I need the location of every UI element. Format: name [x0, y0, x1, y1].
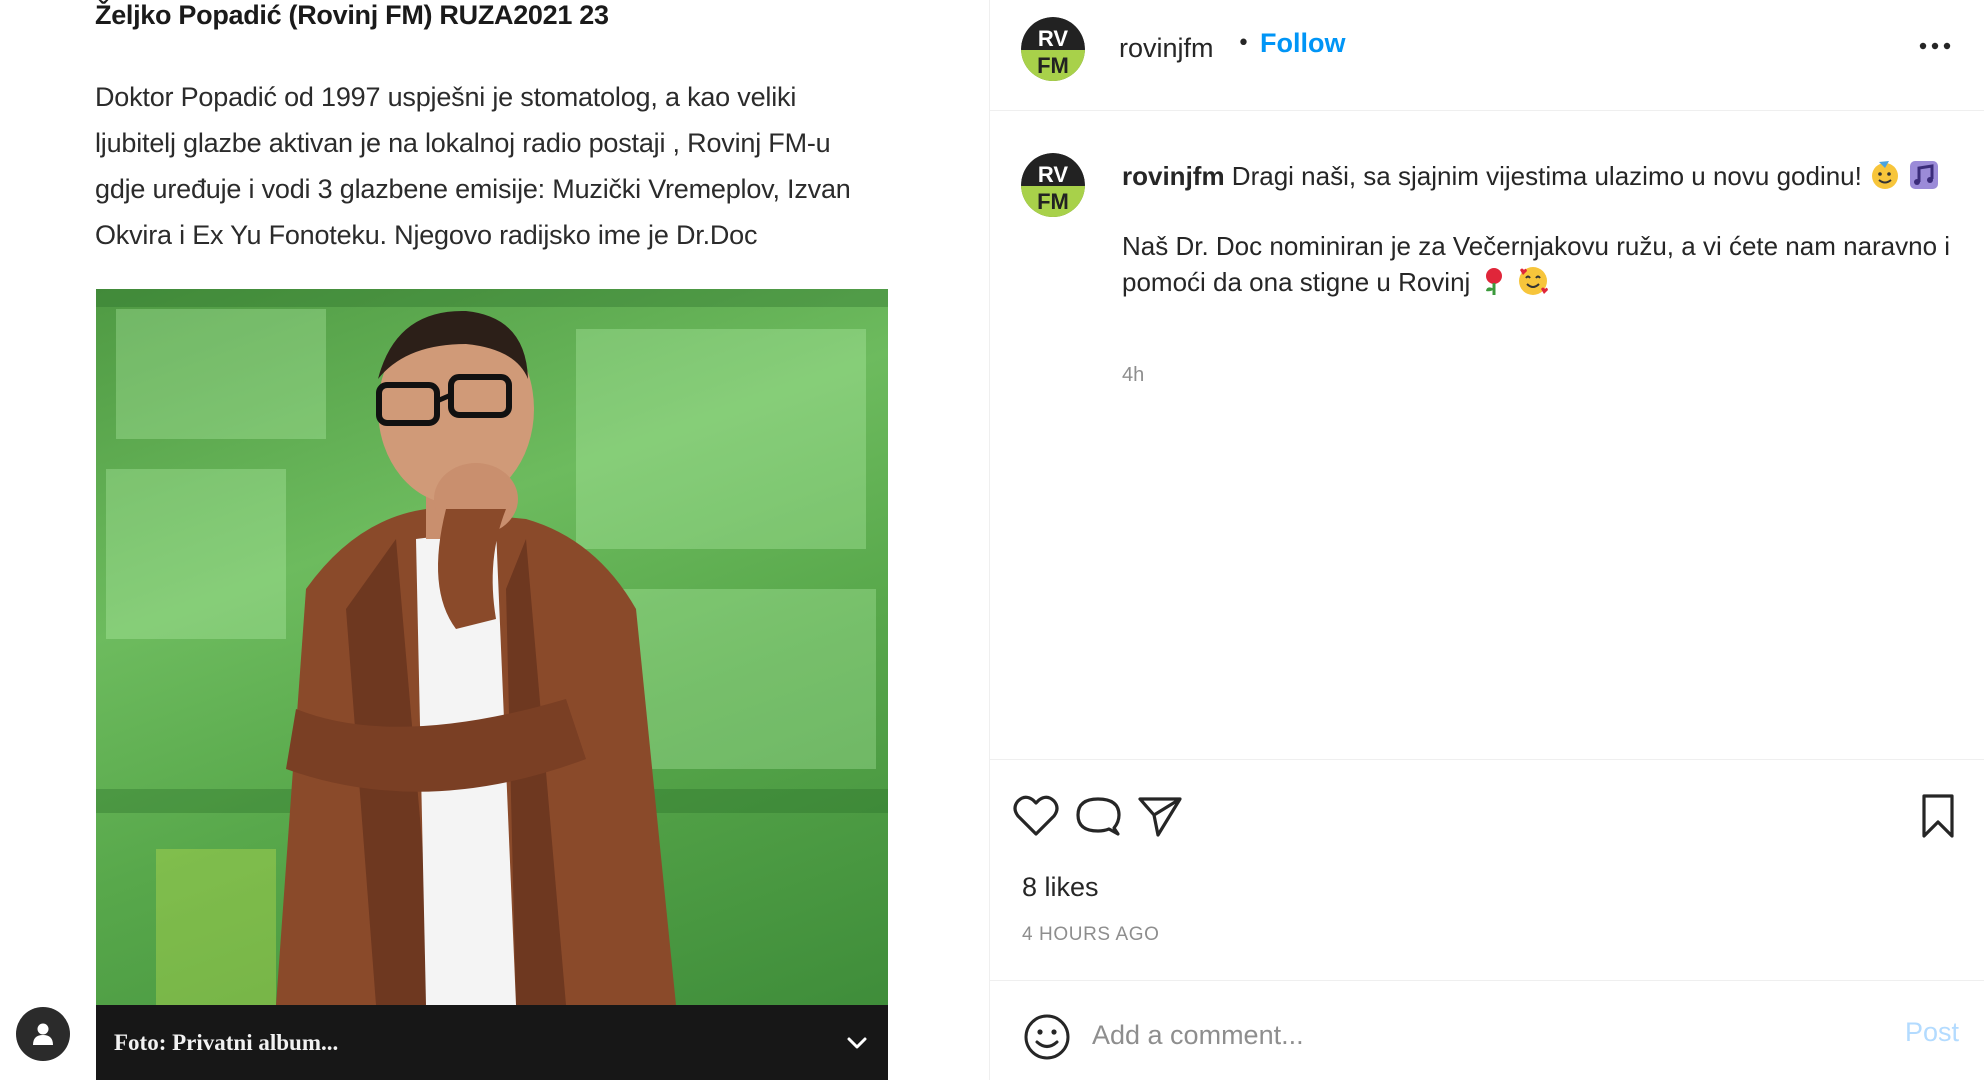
comment-composer: Post [990, 980, 1984, 1080]
caption-timestamp[interactable]: 4h [1122, 364, 1144, 387]
instagram-post-view: Željko Popadić (Rovinj FM) RUZA2021 23 D… [0, 0, 1984, 1080]
rovinjfm-logo: RV FM [1021, 17, 1085, 81]
party-face-emoji-icon [1872, 161, 1899, 189]
person-figure [276, 310, 676, 1005]
avatar[interactable]: RV FM [1021, 153, 1085, 217]
svg-text:FM: FM [1037, 53, 1069, 78]
share-send-icon[interactable] [1134, 790, 1186, 842]
article-title: Željko Popadić (Rovinj FM) RUZA2021 23 [95, 0, 609, 30]
rovinjfm-logo: RV FM [1021, 153, 1085, 217]
caption-line1: Dragi naši, sa sjajnim vijestima ulazimo… [1224, 161, 1870, 191]
caption-username[interactable]: rovinjfm [1122, 161, 1225, 191]
bookmark-icon[interactable] [1912, 790, 1964, 842]
caption-text: rovinjfm Dragi naši, sa sjajnim vijestim… [1122, 158, 1952, 300]
comment-input[interactable] [1090, 1009, 1854, 1061]
photo-caption: Foto: Privatni album... [114, 1029, 339, 1055]
article-line: Okvira i Ex Yu Fonoteku. Njegovo radijsk… [95, 220, 758, 250]
smiling-hearts-emoji-icon [1518, 267, 1548, 295]
svg-text:RV: RV [1038, 162, 1068, 187]
article-line: Doktor Popadić od 1997 uspješni je stoma… [95, 82, 797, 112]
emoji-picker-icon[interactable] [1022, 1012, 1072, 1062]
article-line: gdje uređuje i vodi 3 glazbene emisije: … [95, 174, 851, 204]
post-caption: RV FM rovinjfm Dragi naši, sa sjajnim vi… [990, 110, 1984, 759]
article-line: ljubitelj glazbe aktivan je na lokalnoj … [95, 128, 831, 158]
photo-caption-bar[interactable]: Foto: Privatni album... [96, 1005, 888, 1080]
svg-text:RV: RV [1038, 26, 1068, 51]
like-heart-icon[interactable] [1010, 790, 1062, 842]
article-body: Doktor Popadić od 1997 uspješni je stoma… [95, 74, 895, 258]
post-actions: 8 likes 4 HOURS AGO [990, 759, 1984, 981]
article-photo [96, 289, 888, 1005]
header-username[interactable]: rovinjfm [1119, 33, 1214, 64]
avatar[interactable]: RV FM [1021, 17, 1085, 81]
rose-emoji-icon [1485, 268, 1502, 295]
post-header: RV FM rovinjfm • Follow [990, 0, 1984, 111]
user-icon [33, 1023, 53, 1045]
post-comment-button[interactable]: Post [1905, 1017, 1959, 1048]
post-sidebar: RV FM rovinjfm • Follow RV FM rovinjfm D… [989, 0, 1984, 1080]
follow-button[interactable]: Follow [1260, 28, 1345, 59]
more-options-icon[interactable] [1915, 26, 1955, 66]
likes-count[interactable]: 8 likes [1022, 872, 1099, 903]
comment-bubble-icon[interactable] [1072, 790, 1124, 842]
tagged-users-button[interactable] [16, 1007, 70, 1061]
music-notes-emoji-icon [1910, 161, 1939, 189]
post-media[interactable]: Željko Popadić (Rovinj FM) RUZA2021 23 D… [0, 0, 989, 1080]
header-separator: • [1237, 31, 1250, 56]
chevron-down-icon[interactable] [844, 1030, 870, 1056]
svg-text:FM: FM [1037, 189, 1069, 214]
post-time-ago: 4 HOURS AGO [1022, 924, 1160, 945]
